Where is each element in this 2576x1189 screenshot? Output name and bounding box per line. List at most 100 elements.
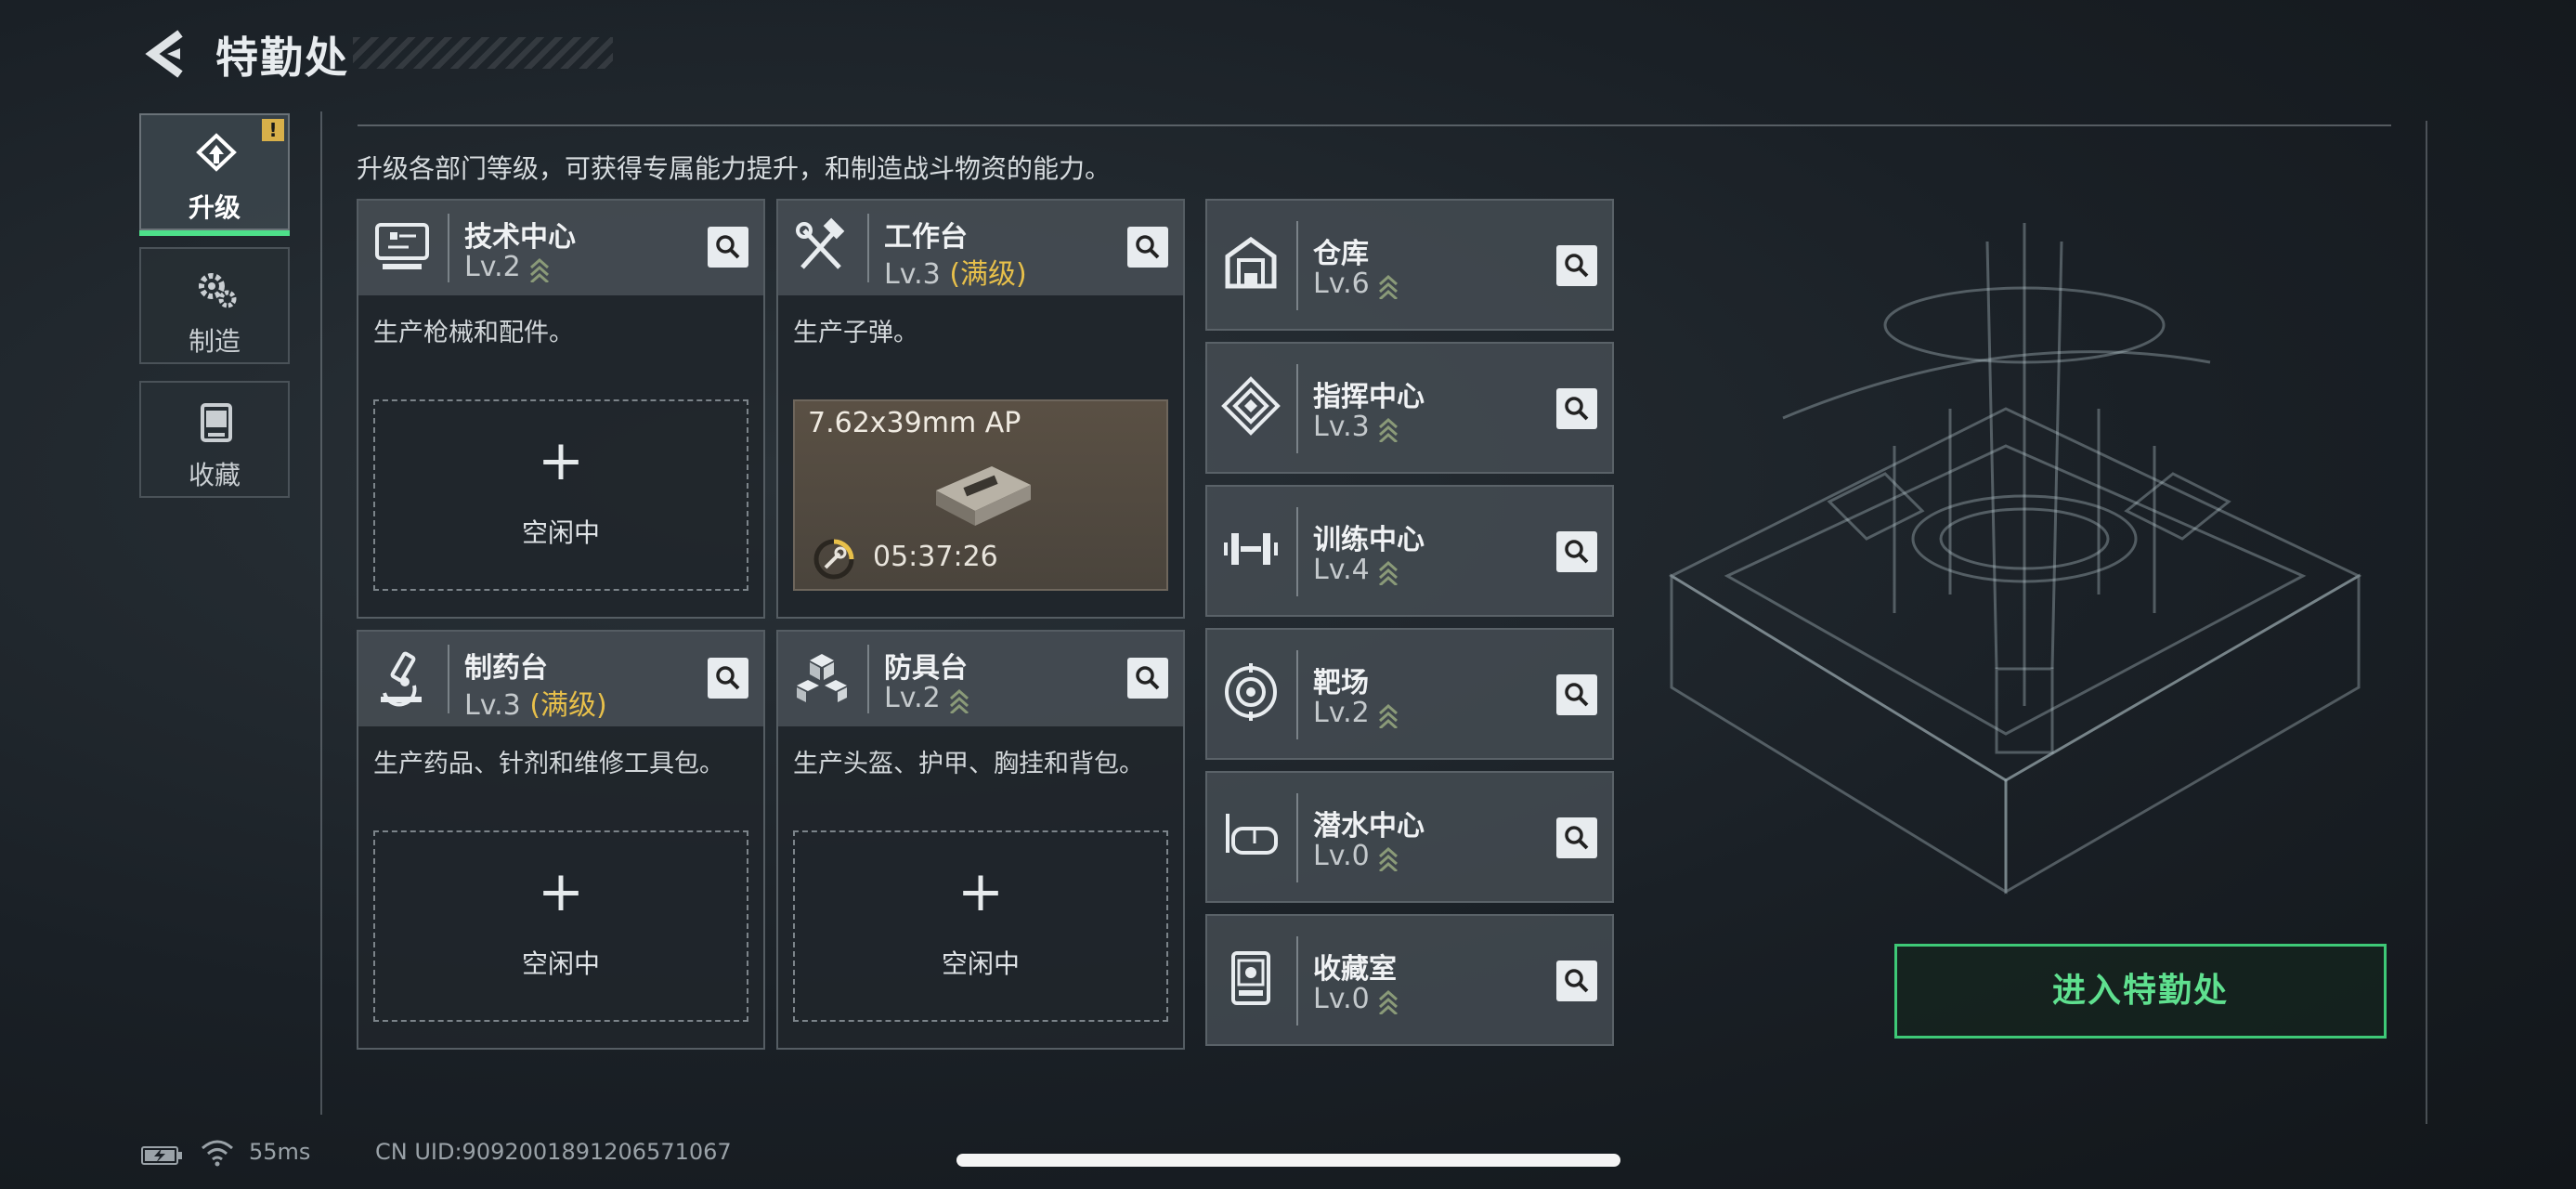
upgrade-chevron-icon [1378,989,1398,1014]
card-armor-bench[interactable]: 防具台 Lv.2 生产头盔、护甲、胸挂和背包。 + 空闲中 [776,630,1185,1050]
facility-level: Lv.4 [1313,554,1399,586]
inspect-button[interactable] [708,227,748,268]
facility-shooting-range[interactable]: 靶场 Lv.2 [1205,628,1614,760]
production-slot[interactable]: 7.62x39mm AP 05:37:26 [793,399,1168,591]
card-tech-center[interactable]: 技术中心 Lv.2 生产枪械和配件。 + 空闲中 [357,199,765,619]
facility-level: Lv.6 [1313,268,1399,300]
upgrade-chevron-icon [1378,274,1398,299]
level-text: Lv.2 [884,682,941,714]
search-icon [1565,683,1589,707]
upgrade-chevron-icon [949,688,969,713]
level-text: Lv.0 [1313,983,1370,1015]
facility-level: Lv.3 (满级) [884,251,1027,292]
separator [1296,793,1298,882]
level-text: Lv.3 [884,258,941,291]
card-header: 制药台 Lv.3 (满级) [358,632,763,726]
upgrade-chevron-icon [1378,703,1398,728]
add-icon: + [537,428,585,493]
facility-level: Lv.2 [884,682,970,714]
user-uid: CN UID:9092001891206571067 [375,1139,732,1165]
slot-status: 空闲中 [521,517,600,548]
level-text: Lv.4 [1313,554,1370,586]
inspect-button[interactable] [1127,658,1168,699]
tab-label: 升级 [188,192,241,223]
facility-command-center[interactable]: 指挥中心 Lv.3 [1205,342,1614,474]
search-icon [1565,254,1589,278]
upgrade-icon [196,133,237,172]
inspect-button[interactable] [1556,674,1597,715]
battery-icon [141,1146,182,1165]
facility-name: 训练中心 [1313,524,1425,556]
upgrade-chevron-icon [1378,417,1398,442]
facility-name: 工作台 [884,221,968,254]
command-icon [1221,376,1281,436]
alert-badge: ! [262,119,284,141]
level-text: Lv.0 [1313,840,1370,872]
facility-name: 制药台 [464,652,548,685]
facility-name: 仓库 [1313,238,1369,270]
search-icon [1565,540,1589,564]
back-arrow-icon[interactable] [139,28,191,80]
level-text: Lv.6 [1313,268,1370,300]
level-text: Lv.2 [1313,697,1370,729]
facility-level: Lv.2 [1313,697,1399,729]
inspect-button[interactable] [1556,245,1597,286]
card-header: 工作台 Lv.3 (满级) [778,201,1183,295]
frame-line [2426,121,2427,1124]
tab-craft[interactable]: 制造 [139,247,290,364]
facility-description: 生产枪械和配件。 [373,319,574,347]
inspect-button[interactable] [1556,960,1597,1001]
search-icon [1565,397,1589,421]
base-building-illustration [1668,223,2362,895]
inspect-button[interactable] [1556,817,1597,858]
ping-value: 55ms [249,1139,311,1165]
search-icon [716,666,740,690]
facility-diving-center[interactable]: 潜水中心 Lv.0 [1205,771,1614,903]
ammo-box-icon [936,466,1031,526]
search-icon [1136,235,1160,259]
frame-line [320,111,322,1115]
facility-level: Lv.3 [1313,411,1399,443]
separator [1296,364,1298,453]
hammer-wrench-icon [796,217,845,269]
armor-cubes-icon [797,654,847,702]
home-indicator[interactable] [956,1154,1620,1167]
search-icon [1565,826,1589,850]
separator [1296,507,1298,596]
gears-icon [199,273,237,308]
upgrade-chevron-icon [1378,846,1398,871]
enter-special-ops-button[interactable]: 进入特勤处 [1894,944,2387,1039]
idle-slot[interactable]: + 空闲中 [373,830,748,1022]
search-icon [1136,666,1160,690]
level-text: Lv.2 [464,251,521,283]
tab-collection[interactable]: 收藏 [139,381,290,498]
facility-level: Lv.3 (满级) [464,682,607,723]
card-header: 防具台 Lv.2 [778,632,1183,726]
inspect-button[interactable] [1127,227,1168,268]
search-icon [1565,969,1589,993]
facility-training-center[interactable]: 训练中心 Lv.4 [1205,485,1614,617]
separator [1296,936,1298,1026]
separator [448,645,449,713]
facility-collection-room[interactable]: 收藏室 Lv.0 [1205,914,1614,1046]
microscope-icon [381,651,422,707]
facility-description: 生产药品、针剂和维修工具包。 [373,750,724,778]
upgrade-chevron-icon [1378,560,1398,585]
wifi-icon [202,1140,233,1167]
card-workbench[interactable]: 工作台 Lv.3 (满级) 生产子弹。 7.62x39mm AP 05:37:2… [776,199,1185,619]
inspect-button[interactable] [708,658,748,699]
tab-upgrade[interactable]: ! 升级 [139,113,290,236]
max-level-label: (满级) [949,258,1027,291]
card-pharmacy[interactable]: 制药台 Lv.3 (满级) 生产药品、针剂和维修工具包。 + 空闲中 [357,630,765,1050]
production-timer-icon [813,539,854,580]
title-decoration [353,37,613,69]
inspect-button[interactable] [1556,531,1597,572]
idle-slot[interactable]: + 空闲中 [373,399,748,591]
idle-slot[interactable]: + 空闲中 [793,830,1168,1022]
separator [1296,221,1298,310]
collection-room-icon [1231,951,1270,1005]
active-indicator [139,230,290,236]
warehouse-icon [1225,236,1277,289]
facility-warehouse[interactable]: 仓库 Lv.6 [1205,199,1614,331]
inspect-button[interactable] [1556,388,1597,429]
